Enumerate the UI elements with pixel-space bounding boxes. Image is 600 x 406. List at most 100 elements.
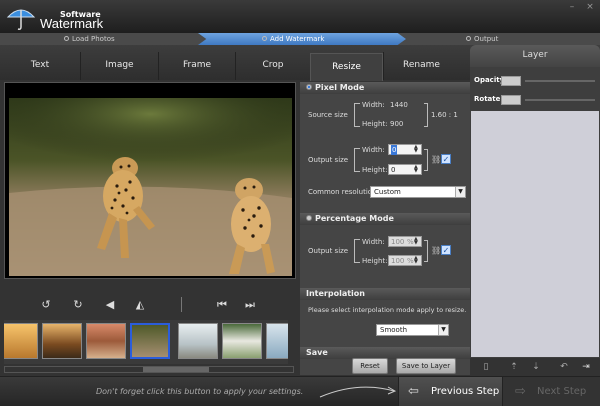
step-label: Load Photos bbox=[72, 35, 115, 43]
previous-image-icon[interactable]: ⏮ bbox=[214, 297, 230, 313]
layer-panel: Layer Opacity Rotate ▯ ⇡ ⇣ ↶ ⇥ bbox=[470, 45, 600, 375]
thumbnail[interactable] bbox=[86, 323, 126, 359]
flip-horizontal-icon[interactable]: ◀ bbox=[102, 297, 118, 313]
percent-unit: % bbox=[407, 257, 414, 265]
next-image-icon[interactable]: ⏭ bbox=[242, 297, 258, 313]
preview-area bbox=[4, 82, 296, 279]
interpolation-value: Smooth bbox=[380, 326, 408, 334]
percentage-mode-title: Percentage Mode bbox=[315, 214, 394, 223]
rotate-input[interactable] bbox=[501, 95, 521, 105]
step-dot-icon bbox=[466, 36, 471, 41]
thumbnail[interactable] bbox=[178, 323, 218, 359]
next-step-button[interactable]: ⇨ Next Step bbox=[502, 377, 600, 406]
rotate-right-icon[interactable]: ↻ bbox=[70, 297, 86, 313]
tab-frame[interactable]: Frame bbox=[158, 52, 235, 80]
opacity-slider[interactable] bbox=[525, 80, 595, 82]
interpolation-select[interactable]: Smooth ▼ bbox=[376, 324, 449, 336]
save-to-layer-button[interactable]: Save to Layer bbox=[396, 358, 456, 374]
move-down-icon[interactable]: ⇣ bbox=[530, 361, 542, 373]
pixel-mode-header[interactable]: Pixel Mode bbox=[300, 82, 470, 94]
opacity-input[interactable] bbox=[501, 76, 521, 86]
output-width-input[interactable]: 0 ▲ ▼ bbox=[388, 144, 422, 155]
tab-resize[interactable]: Resize bbox=[310, 53, 383, 81]
thumbnail[interactable] bbox=[266, 323, 288, 359]
thumbnail[interactable] bbox=[4, 323, 38, 359]
layer-toolbar: ▯ ⇡ ⇣ ↶ ⇥ bbox=[470, 358, 600, 375]
output-height-input[interactable]: 0 ▲ ▼ bbox=[388, 164, 422, 175]
chain-link-icon: ⛓ bbox=[431, 155, 442, 164]
common-resolution-label: Common resolution: bbox=[308, 188, 379, 196]
scrollbar-thumb[interactable] bbox=[143, 367, 209, 372]
bracket bbox=[354, 103, 360, 127]
spin-arrows-icon[interactable]: ▲ ▼ bbox=[414, 237, 420, 246]
rotate-left-icon[interactable]: ↺ bbox=[38, 297, 54, 313]
flip-vertical-icon[interactable]: ◭ bbox=[132, 297, 148, 313]
percentage-mode-header[interactable]: Percentage Mode bbox=[300, 213, 470, 225]
tab-text[interactable]: Text bbox=[0, 52, 80, 80]
output-height-value: 0 bbox=[391, 166, 396, 174]
aspect-ratio-value: 1.60 : 1 bbox=[431, 111, 458, 119]
rotate-label: Rotate bbox=[474, 95, 501, 103]
step-label: Add Watermark bbox=[270, 35, 325, 43]
step-dot-icon bbox=[262, 36, 267, 41]
output-height-label: Height: bbox=[362, 166, 388, 174]
percentage-mode-radio[interactable] bbox=[306, 215, 312, 221]
export-icon[interactable]: ⇥ bbox=[580, 361, 592, 373]
percentage-width-input[interactable]: 100 % ▲ ▼ bbox=[388, 236, 422, 247]
tab-image[interactable]: Image bbox=[80, 52, 158, 80]
source-width-label: Width: bbox=[362, 101, 385, 109]
step-output[interactable]: Output bbox=[466, 33, 498, 45]
preview-image bbox=[9, 98, 292, 276]
thumbnail[interactable] bbox=[42, 323, 82, 359]
bracket bbox=[354, 239, 360, 263]
keep-ratio-checkbox[interactable]: ✓ bbox=[441, 154, 451, 164]
preview-toolbar: ↺ ↻ ◀ ◭ ⏮ ⏭ bbox=[0, 292, 298, 318]
step-label: Output bbox=[474, 35, 499, 43]
bracket bbox=[424, 240, 428, 262]
tab-rename[interactable]: Rename bbox=[383, 52, 459, 80]
app-title: Watermark bbox=[40, 16, 104, 31]
layer-list[interactable] bbox=[471, 111, 599, 357]
move-up-icon[interactable]: ⇡ bbox=[508, 361, 520, 373]
spin-arrows-icon[interactable]: ▲ ▼ bbox=[414, 145, 420, 154]
bracket bbox=[354, 148, 360, 172]
toolbar-divider bbox=[181, 297, 182, 312]
previous-step-button[interactable]: ⇦ Previous Step bbox=[398, 377, 502, 406]
step-bar: Load Photos Add Watermark Output bbox=[0, 33, 600, 45]
app-window: Software Watermark – × Load Photos Add W… bbox=[0, 0, 600, 406]
percentage-height-value: 100 bbox=[391, 257, 405, 265]
arrow-left-icon: ⇦ bbox=[408, 384, 419, 399]
spin-arrows-icon[interactable]: ▲ ▼ bbox=[414, 256, 420, 265]
tab-crop[interactable]: Crop bbox=[235, 52, 310, 80]
title-bar: Software Watermark – × bbox=[0, 0, 600, 33]
spin-arrows-icon[interactable]: ▲ ▼ bbox=[414, 165, 420, 174]
reset-button[interactable]: Reset bbox=[352, 358, 388, 374]
step-add-watermark[interactable]: Add Watermark bbox=[262, 33, 324, 45]
minimize-button[interactable]: – bbox=[566, 2, 578, 12]
curved-arrow-icon bbox=[319, 386, 397, 398]
thumbnail-selected[interactable] bbox=[130, 323, 170, 359]
common-resolution-select[interactable]: Custom ▼ bbox=[370, 186, 466, 198]
opacity-label: Opacity bbox=[474, 76, 505, 84]
step-load-photos[interactable]: Load Photos bbox=[64, 33, 115, 45]
bracket bbox=[424, 149, 428, 171]
tab-bar: Text Image Frame Crop Resize Rename bbox=[0, 45, 470, 81]
chevron-down-icon[interactable]: ▼ bbox=[438, 325, 448, 335]
interpolation-header: Interpolation bbox=[300, 288, 470, 300]
footer: Don't forget click this button to apply … bbox=[0, 376, 600, 406]
chevron-down-icon[interactable]: ▼ bbox=[455, 187, 465, 197]
undo-icon[interactable]: ↶ bbox=[558, 361, 570, 373]
percentage-keep-ratio-checkbox[interactable]: ✓ bbox=[441, 245, 451, 255]
percent-unit: % bbox=[407, 238, 414, 246]
percentage-height-input[interactable]: 100 % ▲ ▼ bbox=[388, 255, 422, 266]
step-dot-icon bbox=[64, 36, 69, 41]
source-height-value: 900 bbox=[390, 120, 404, 128]
close-button[interactable]: × bbox=[584, 2, 596, 12]
pixel-mode-radio[interactable] bbox=[306, 84, 312, 90]
new-layer-icon[interactable]: ▯ bbox=[480, 361, 492, 373]
percentage-width-value: 100 bbox=[391, 238, 405, 246]
rotate-slider[interactable] bbox=[525, 99, 595, 101]
output-width-label: Width: bbox=[362, 146, 385, 154]
thumbnail[interactable] bbox=[222, 323, 262, 359]
thumbnail-scrollbar[interactable] bbox=[4, 366, 294, 373]
